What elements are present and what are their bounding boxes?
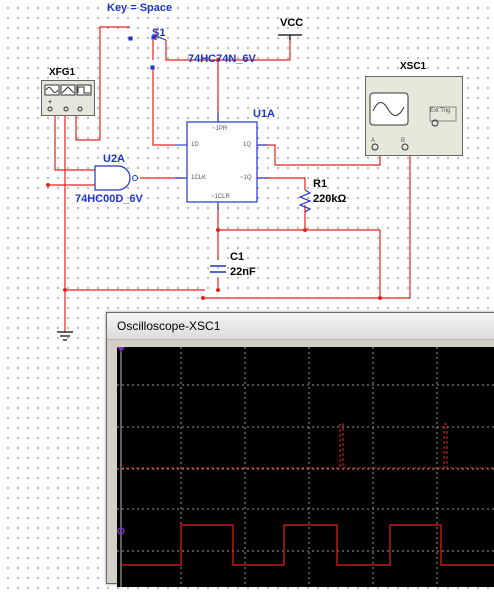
vcc-label: VCC [280, 17, 304, 29]
resistor-ref-label: R1 [313, 178, 328, 190]
flipflop-body[interactable] [186, 121, 258, 203]
nand-gate-u2a[interactable] [94, 165, 131, 191]
oscilloscope-title-bar[interactable]: Oscilloscope-XSC1 [107, 313, 494, 340]
scope-grid [117, 347, 494, 587]
resistor-value-label: 220kΩ [313, 193, 347, 205]
funcgen-ref-label: XFG1 [49, 67, 76, 78]
funcgen-panel: + [44, 84, 92, 112]
oscilloscope-xsc1-icon[interactable] [365, 76, 463, 156]
svg-text:+: + [48, 99, 52, 106]
switch-key-label: Key = Space [107, 2, 173, 14]
nand-bubble [132, 175, 138, 181]
flipflop-ref-label: U1A [253, 108, 276, 120]
switch-s1 [128, 35, 167, 70]
scope-channel-b-label: B [401, 138, 406, 144]
switch-ref-label: S1 [152, 27, 166, 39]
scope-ref-label: XSC1 [400, 61, 427, 72]
pin-q-label: 1Q [243, 142, 252, 148]
scope-ext-trig-label: Ext Trig [430, 108, 451, 114]
ground-icon [57, 331, 73, 341]
oscilloscope-screen[interactable] [117, 347, 494, 587]
channel-b-trace [121, 524, 494, 566]
capacitor-c1[interactable] [210, 265, 226, 273]
pin-pr-label: ~1PR [212, 126, 228, 132]
flipflop-part-label: 74HC74N_6V [188, 53, 256, 65]
scope-icon-panel [369, 92, 457, 151]
channel-a-trace [121, 423, 494, 469]
nand-part-label: 74HC00D_6V [75, 193, 143, 205]
nand-ref-label: U2A [103, 153, 126, 165]
capacitor-ref-label: C1 [230, 251, 245, 263]
pin-qbar-label: ~1Q [240, 175, 252, 181]
oscilloscope-window[interactable]: Oscilloscope-XSC1 [106, 312, 494, 587]
capacitor-value-label: 22nF [230, 266, 256, 278]
vcc-symbol [278, 34, 302, 40]
oscilloscope-title: Oscilloscope-XSC1 [117, 319, 221, 333]
pin-clr-label: ~1CLR [211, 194, 230, 200]
scope-display [117, 347, 494, 587]
function-generator-xfg1[interactable]: + [41, 80, 95, 116]
pin-clk-label: 1CLK [191, 175, 207, 181]
scope-channel-a-label: A [371, 138, 376, 144]
pin-d-label: 1D [191, 142, 199, 148]
